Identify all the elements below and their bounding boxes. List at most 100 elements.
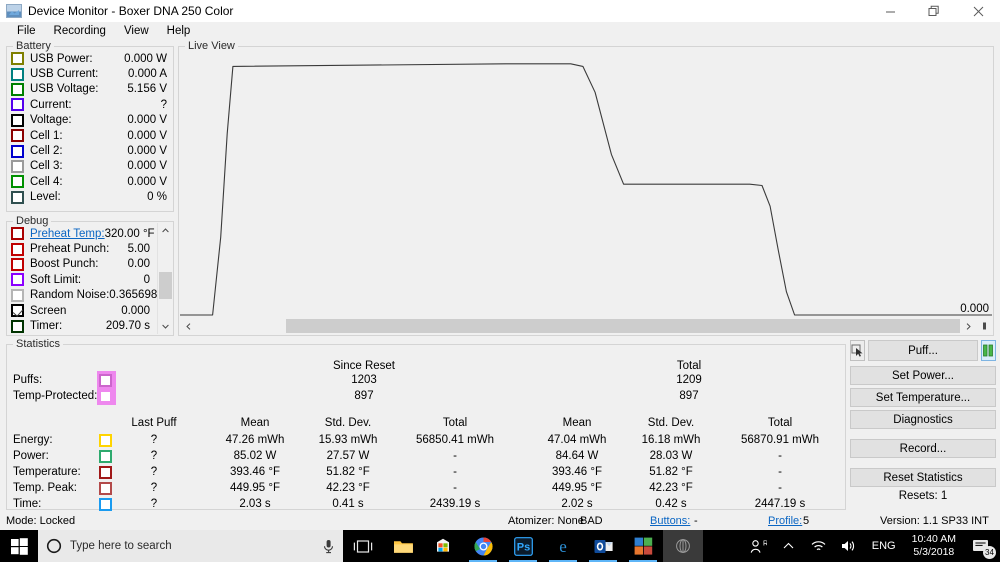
system-tray: R ENG 10:40 AM 5/3/2018 34 [744,530,1000,562]
battery-series-checkbox[interactable] [11,190,24,204]
statistics-panel: Statistics Since Reset Total Puffs: 1203 120… [6,338,846,511]
statistics-cell: - [778,482,782,494]
scroll-down-icon[interactable] [158,319,173,334]
debug-vertical-scrollbar[interactable] [157,223,172,334]
chart-app-icon [6,4,22,18]
wifi-icon[interactable] [804,530,834,562]
menu-item-recording[interactable]: Recording [45,24,115,38]
menu-item-view[interactable]: View [115,24,158,38]
battery-row: USB Voltage: 5.156 V [7,82,173,97]
pointer-select-icon[interactable] [850,340,866,361]
outlook-icon[interactable] [583,530,623,562]
diagnostics-button[interactable]: Diagnostics [850,410,996,429]
battery-row-label: Voltage: [30,114,72,127]
record-button[interactable]: Record... [850,439,996,458]
action-center-icon[interactable]: 34 [964,530,998,562]
debug-series-checkbox[interactable] [11,273,24,287]
statistics-series-checkbox[interactable] [99,390,112,403]
battery-row-value: 0.000 V [127,145,167,158]
battery-row-label: USB Power: [30,52,93,65]
reset-statistics-button[interactable]: Reset Statistics [850,468,996,487]
battery-series-checkbox[interactable] [11,67,24,81]
menu-item-file[interactable]: File [8,24,45,38]
scroll-right-icon[interactable] [960,318,976,334]
restore-icon[interactable] [912,0,956,22]
battery-series-checkbox[interactable] [11,144,24,158]
status-profile-link[interactable]: Profile: [768,515,802,527]
file-explorer-icon[interactable] [383,530,423,562]
puff-button[interactable]: Puff... [868,340,978,361]
debug-series-checkbox[interactable] [11,319,24,333]
statistics-series-checkbox[interactable] [99,498,112,511]
battery-row-list: USB Power: 0.000 W USB Current: 0.000 A USB … [7,51,173,205]
live-view-scroll-thumb[interactable] [286,319,960,333]
statistics-series-checkbox[interactable] [99,450,112,463]
microsoft-store-icon[interactable] [423,530,463,562]
windows-start-icon[interactable] [0,530,38,562]
google-chrome-icon[interactable] [463,530,503,562]
statistics-series-checkbox[interactable] [99,374,112,387]
battery-row: USB Current: 0.000 A [7,66,173,81]
debug-row-label[interactable]: Preheat Temp: [30,228,105,240]
speaker-icon[interactable] [834,530,864,562]
puff-row: Puff... [850,340,997,361]
battery-series-checkbox[interactable] [11,113,24,127]
debug-series-checkbox[interactable] [11,288,24,302]
microsoft-edge-icon[interactable]: e [543,530,583,562]
battery-series-checkbox[interactable] [11,82,24,96]
statistics-cell: ? [150,450,158,462]
office-icon[interactable] [623,530,663,562]
show-hidden-icons-chevron[interactable] [774,530,804,562]
live-view-chart[interactable] [180,48,992,317]
debug-series-checkbox[interactable] [11,304,24,318]
statistics-count-since-reset: 897 [354,390,374,402]
scroll-to-end-icon[interactable] [976,318,992,334]
photoshop-icon[interactable]: Ps [503,530,543,562]
statistics-column-header: Mean [240,417,270,429]
battery-series-checkbox[interactable] [11,129,24,143]
battery-row-value: 0.000 A [127,68,167,81]
battery-series-checkbox[interactable] [11,159,24,173]
status-profile-value: 5 [803,515,810,527]
clock-date: 5/3/2018 [913,546,955,558]
language-indicator[interactable]: ENG [864,540,904,552]
title-bar: Device Monitor - Boxer DNA 250 Color [0,0,1000,22]
device-monitor-icon[interactable] [663,530,703,562]
status-buttons-link[interactable]: Buttons: [650,515,690,527]
clock[interactable]: 10:40 AM 5/3/2018 [904,533,964,559]
statistics-cell: 393.46 °F [230,466,280,478]
statistics-cell: - [453,482,457,494]
debug-row-value: 0.365698 [109,289,158,302]
statistics-series-checkbox[interactable] [99,466,112,479]
statistics-cell: 15.93 mWh [318,434,378,446]
minimize-icon[interactable] [868,0,912,22]
battery-series-checkbox[interactable] [11,52,24,66]
debug-series-checkbox[interactable] [11,227,24,241]
battery-row-label: Cell 2: [30,145,63,158]
statistics-series-checkbox[interactable] [99,434,112,447]
statistics-cell: 42.23 °F [649,482,693,494]
close-icon[interactable] [956,0,1000,22]
scroll-up-icon[interactable] [158,223,173,238]
battery-row-value: 0 % [147,191,167,204]
debug-series-checkbox[interactable] [11,242,24,256]
people-icon[interactable]: R [744,530,774,562]
set-power-button[interactable]: Set Power... [850,366,996,385]
statistics-cell: 51.82 °F [649,466,693,478]
live-view-scroll-track[interactable] [196,318,960,334]
debug-series-checkbox[interactable] [11,257,24,271]
set-temperature-button[interactable]: Set Temperature... [850,388,996,407]
statistics-cell: 0.41 s [332,498,364,510]
search-input[interactable]: Type here to search [38,530,343,562]
battery-cells-icon[interactable] [980,340,997,361]
scroll-left-icon[interactable] [180,318,196,334]
statistics-series-checkbox[interactable] [99,482,112,495]
statistics-row-label: Temp. Peak: [13,482,77,494]
live-view-horizontal-scrollbar[interactable] [180,318,992,334]
battery-series-checkbox[interactable] [11,175,24,189]
menu-item-help[interactable]: Help [158,24,200,38]
debug-scroll-thumb[interactable] [159,272,172,299]
task-view-icon[interactable] [343,530,383,562]
battery-series-checkbox[interactable] [11,98,24,112]
statistics-cell: - [778,450,782,462]
